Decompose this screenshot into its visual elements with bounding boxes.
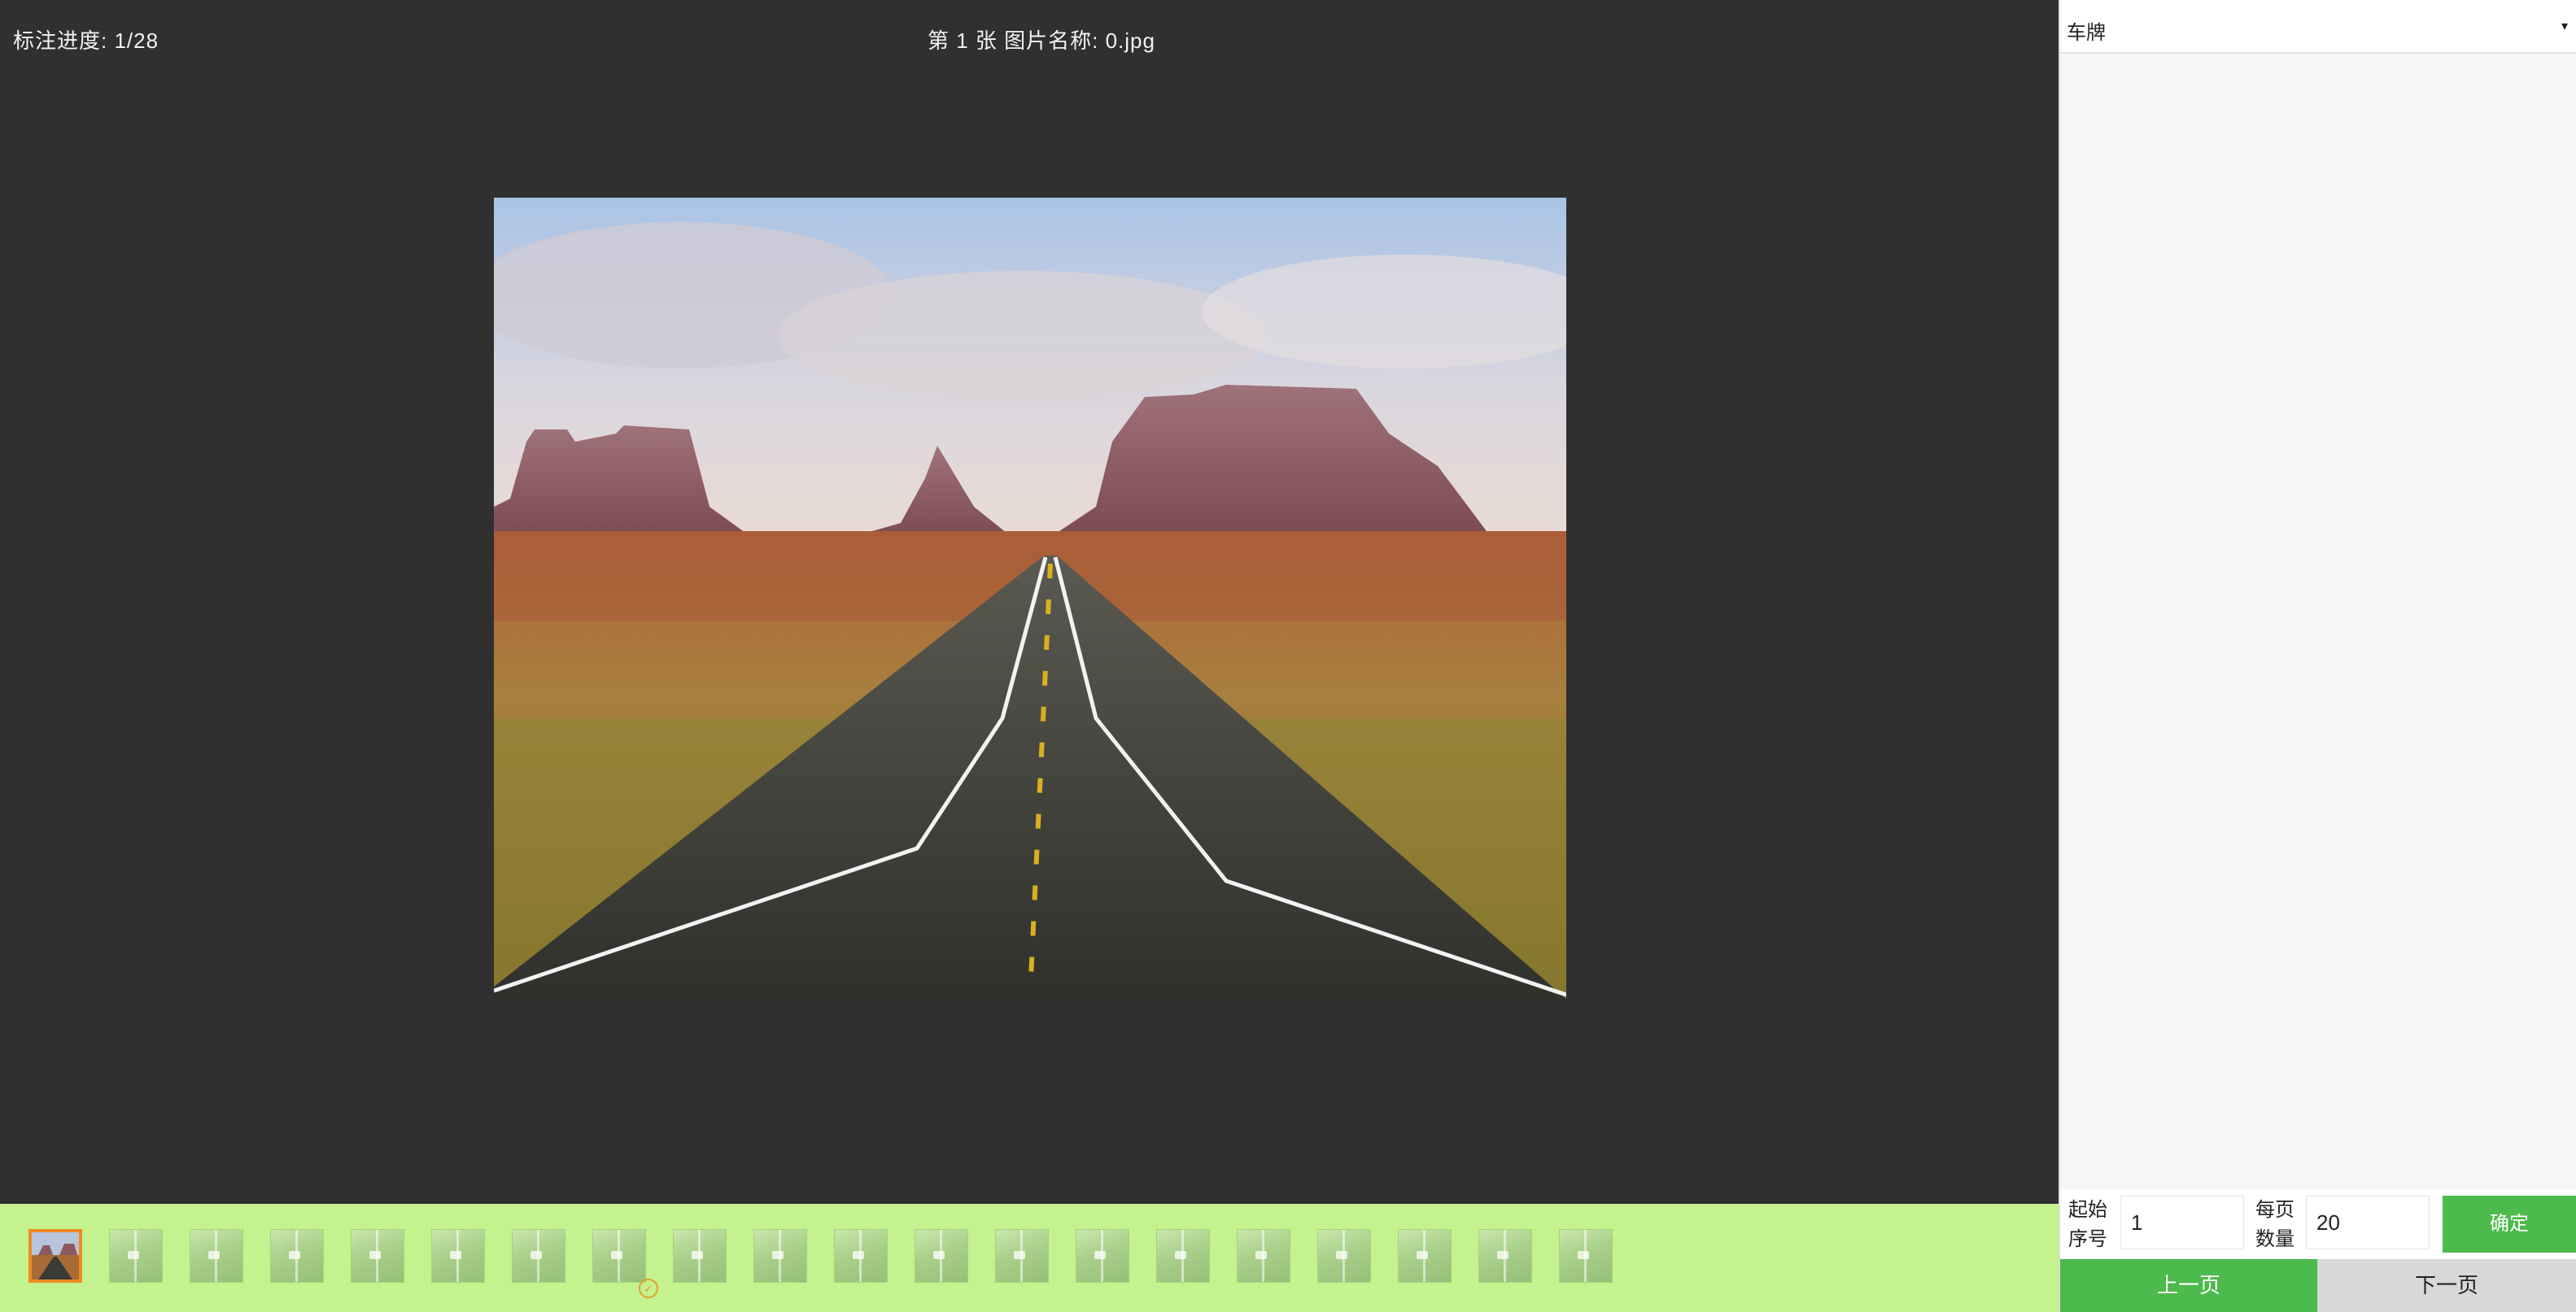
thumbnail-item[interactable]	[995, 1229, 1049, 1283]
paging-controls: 起始 序号 每页 数量 确定 上一页 下一页	[2060, 1189, 2576, 1312]
thumbnail-item[interactable]	[1559, 1229, 1613, 1283]
image-title: 第 1 张 图片名称: 0.jpg	[928, 28, 1155, 53]
thumbnail-item[interactable]	[1156, 1229, 1210, 1283]
thumbnail-item[interactable]	[1317, 1229, 1371, 1283]
thumbnail-item[interactable]	[28, 1229, 82, 1283]
thumbnail-item[interactable]	[190, 1229, 243, 1283]
thumbnail-item[interactable]	[592, 1229, 646, 1283]
thumbnail-item[interactable]	[351, 1229, 404, 1283]
image-viewer: 标注进度: 1/28 第 1 张 图片名称: 0.jpg ✓	[0, 0, 2059, 1312]
next-page-button[interactable]: 下一页	[2317, 1259, 2576, 1312]
thumbnail-strip: ✓	[0, 1204, 2059, 1312]
thumbnail-item[interactable]	[673, 1229, 727, 1283]
label-category-select[interactable]: 车牌 ▾	[2060, 0, 2576, 54]
prev-page-button[interactable]: 上一页	[2060, 1259, 2317, 1312]
thumbnail-item[interactable]	[753, 1229, 807, 1283]
page-size-input[interactable]	[2306, 1196, 2430, 1249]
start-index-label: 起始 序号	[2068, 1199, 2107, 1250]
confirm-button[interactable]: 确定	[2443, 1196, 2576, 1253]
thumbnail-item[interactable]	[915, 1229, 968, 1283]
thumbnail-item[interactable]	[431, 1229, 485, 1283]
thumbnail-item[interactable]	[834, 1229, 888, 1283]
current-image[interactable]	[494, 198, 1566, 1002]
page-size-label: 每页 数量	[2255, 1199, 2294, 1250]
thumbnail-item[interactable]	[1398, 1229, 1452, 1283]
thumbnail-item[interactable]	[109, 1229, 163, 1283]
annotation-progress: 标注进度: 1/28	[13, 28, 159, 53]
label-category-value: 车牌	[2067, 22, 2106, 44]
check-circle-icon: ✓	[639, 1279, 658, 1298]
thumbnail-item[interactable]	[1237, 1229, 1290, 1283]
thumbnail-item[interactable]	[512, 1229, 565, 1283]
thumbnail-item[interactable]	[1478, 1229, 1532, 1283]
thumbnail-item[interactable]	[270, 1229, 324, 1283]
annotation-list	[2060, 54, 2576, 1192]
annotation-app: 标注进度: 1/28 第 1 张 图片名称: 0.jpg ✓ 车牌 ▾ 起始 序…	[0, 0, 2576, 1312]
thumbnail-item[interactable]	[1076, 1229, 1129, 1283]
start-index-input[interactable]	[2120, 1196, 2244, 1249]
chevron-down-icon: ▾	[2561, 20, 2568, 33]
side-panel: 车牌 ▾ 起始 序号 每页 数量 确定 上一页 下一页	[2059, 0, 2576, 1312]
